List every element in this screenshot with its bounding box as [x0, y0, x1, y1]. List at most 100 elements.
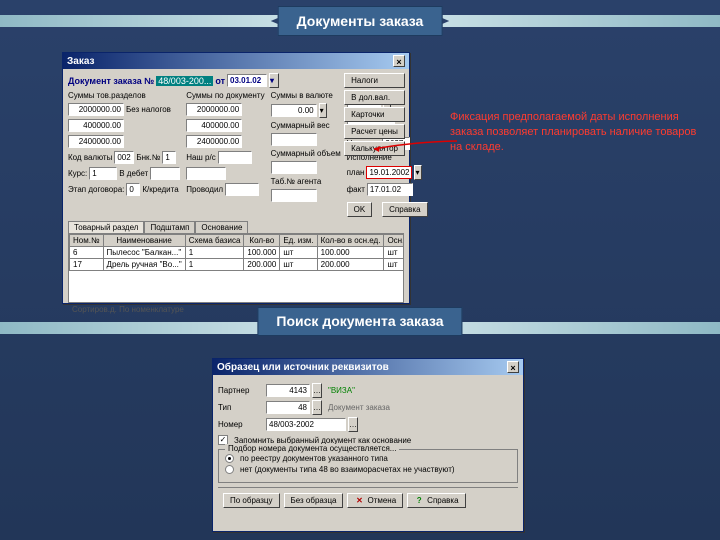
amount-bez1[interactable]: 2000000.00 [68, 103, 124, 116]
cell: Пылесос "Балкан..." [103, 247, 185, 259]
vdebet2-input[interactable] [186, 167, 226, 180]
cell: 1 [185, 247, 244, 259]
amount-nalog1[interactable]: 400000.00 [68, 119, 124, 132]
amount-nalog2[interactable]: 400000.00 [186, 119, 242, 132]
amount-bez2[interactable]: 2000000.00 [186, 103, 242, 116]
cell: 200.000 [317, 259, 384, 271]
nash-label: Наш р/с [186, 153, 216, 162]
kodval-label: Код валюты [68, 153, 112, 162]
plan-date-drop-icon[interactable]: ▾ [414, 165, 422, 180]
vdebet-label: В дебет [119, 169, 148, 178]
sumobj-input[interactable] [271, 161, 317, 174]
nash-input[interactable] [218, 151, 252, 164]
sumves-input[interactable] [271, 133, 317, 146]
nomer-pick-icon[interactable]: … [348, 417, 358, 432]
valsum-label: Суммы в валюте [271, 91, 333, 100]
col-osned[interactable]: Осн. ед.изм. [384, 235, 404, 247]
radio1-label: по реестру документов указанного типа [240, 454, 388, 463]
order-title: Заказ [67, 56, 95, 67]
sumves-label: Суммарный вес [271, 121, 330, 130]
nomer-input[interactable]: 48/003-2002 [266, 418, 346, 431]
cell: Дрель ручная "Во..." [103, 259, 185, 271]
tip-pick-icon[interactable]: … [312, 400, 322, 415]
radio2-label: нет (документы типа 48 во взаиморасчетах… [240, 465, 455, 474]
order-window: Заказ × Документ заказа № 48/003-200... … [62, 52, 410, 304]
fakt-label: факт [347, 185, 365, 194]
tab-osnovanie[interactable]: Основание [195, 221, 248, 233]
tabagent-input[interactable] [271, 189, 317, 202]
cell: 100.000 [244, 247, 280, 259]
provodil-label: Проводил [186, 185, 223, 194]
close-icon[interactable]: × [393, 55, 405, 67]
sample-titlebar[interactable]: Образец или источник реквизитов × [213, 359, 523, 375]
date-dropdown-icon[interactable]: ▾ [269, 73, 279, 88]
vdebet-input[interactable] [150, 167, 180, 180]
partner-code-input[interactable]: 4143 [266, 384, 310, 397]
col-ed[interactable]: Ед. изм. [280, 235, 317, 247]
help-icon: ? [414, 494, 424, 507]
kurs-input[interactable]: 1 [89, 167, 117, 180]
help-button[interactable]: ?Справка [407, 493, 465, 508]
col-nom[interactable]: Ном.№ [70, 235, 104, 247]
banner-documents: Документы заказа [278, 6, 443, 36]
amount-itog2[interactable]: 2400000.00 [186, 135, 242, 148]
help-label: Справка [427, 494, 458, 507]
cancel-label: Отмена [367, 494, 396, 507]
radio-by-registry[interactable] [225, 454, 234, 463]
kartochki-button[interactable]: Карточки [344, 107, 405, 122]
tip-name: Документ заказа [328, 403, 390, 412]
fakt-date-input[interactable]: 17.01.02 [367, 183, 413, 196]
cell: шт [280, 259, 317, 271]
tab-podshtamp[interactable]: Подштамп [144, 221, 195, 233]
doc-number[interactable]: 48/003-200... [156, 76, 213, 86]
order-titlebar[interactable]: Заказ × [63, 53, 409, 69]
selection-group: Подбор номера документа осуществляется..… [218, 449, 518, 483]
cell: 200.000 [244, 259, 280, 271]
tabagent-label: Таб.№ агента [271, 177, 322, 186]
bik-input[interactable]: 1 [162, 151, 176, 164]
cancel-icon: ✕ [354, 494, 364, 507]
table-row[interactable]: 17 Дрель ручная "Во..." 1 200.000 шт 200… [70, 259, 405, 271]
valsum-input[interactable]: 0.00 [271, 104, 317, 117]
nalogi-button[interactable]: Налоги [344, 73, 405, 88]
tab-tovarny[interactable]: Товарный раздел [68, 221, 144, 233]
no-sample-button[interactable]: Без образца [284, 493, 344, 508]
ok-button[interactable]: OK [347, 202, 373, 217]
kurs-label: Курс: [68, 169, 87, 178]
kcredit-label: К/кредита [142, 185, 178, 194]
cell: 100.000 [317, 247, 384, 259]
sample-dialog: Образец или источник реквизитов × Партне… [212, 358, 524, 532]
plan-date-input[interactable]: 19.01.2002 [366, 166, 412, 179]
valsum-spin-icon[interactable]: ▾ [319, 103, 327, 118]
raschet-button[interactable]: Расчет цены [344, 124, 405, 139]
etap-label: Этап договора: [68, 185, 124, 194]
amount-itog1[interactable]: 2400000.00 [68, 135, 124, 148]
vdolval-button[interactable]: В дол.вал. [344, 90, 405, 105]
col-kolvo-osn[interactable]: Кол-во в осн.ед. [317, 235, 384, 247]
nomer-label: Номер [218, 420, 264, 429]
cell: шт [384, 259, 404, 271]
doc-number-label: Документ заказа № [68, 76, 154, 86]
col-schema[interactable]: Схема базиса [185, 235, 244, 247]
tip-code-input[interactable]: 48 [266, 401, 310, 414]
items-grid[interactable]: Ном.№ Наименование Схема базиса Кол-во Е… [68, 233, 404, 303]
kodval-input[interactable]: 002 [114, 151, 134, 164]
etap-input[interactable]: 0 [126, 183, 140, 196]
provodil-input[interactable] [225, 183, 259, 196]
partner-pick-icon[interactable]: … [312, 383, 322, 398]
cancel-button[interactable]: ✕Отмена [347, 493, 403, 508]
plan-label: план [347, 168, 365, 177]
help-button[interactable]: Справка [382, 202, 427, 217]
cell: 1 [185, 259, 244, 271]
table-row[interactable]: 6 Пылесос "Балкан..." 1 100.000 шт 100.0… [70, 247, 405, 259]
radio-none[interactable] [225, 465, 234, 474]
callout-text: Фиксация предполагаемой даты исполнения … [450, 110, 705, 155]
col-name[interactable]: Наименование [103, 235, 185, 247]
sums-section-label: Суммы тов.разделов [68, 91, 146, 100]
partner-label: Партнер [218, 386, 264, 395]
kalkul-button[interactable]: Калькулятор [344, 141, 405, 156]
doc-date-input[interactable]: 03.01.02 [227, 74, 267, 87]
by-sample-button[interactable]: По образцу [223, 493, 280, 508]
col-kolvo[interactable]: Кол-во [244, 235, 280, 247]
close-icon[interactable]: × [507, 361, 519, 373]
